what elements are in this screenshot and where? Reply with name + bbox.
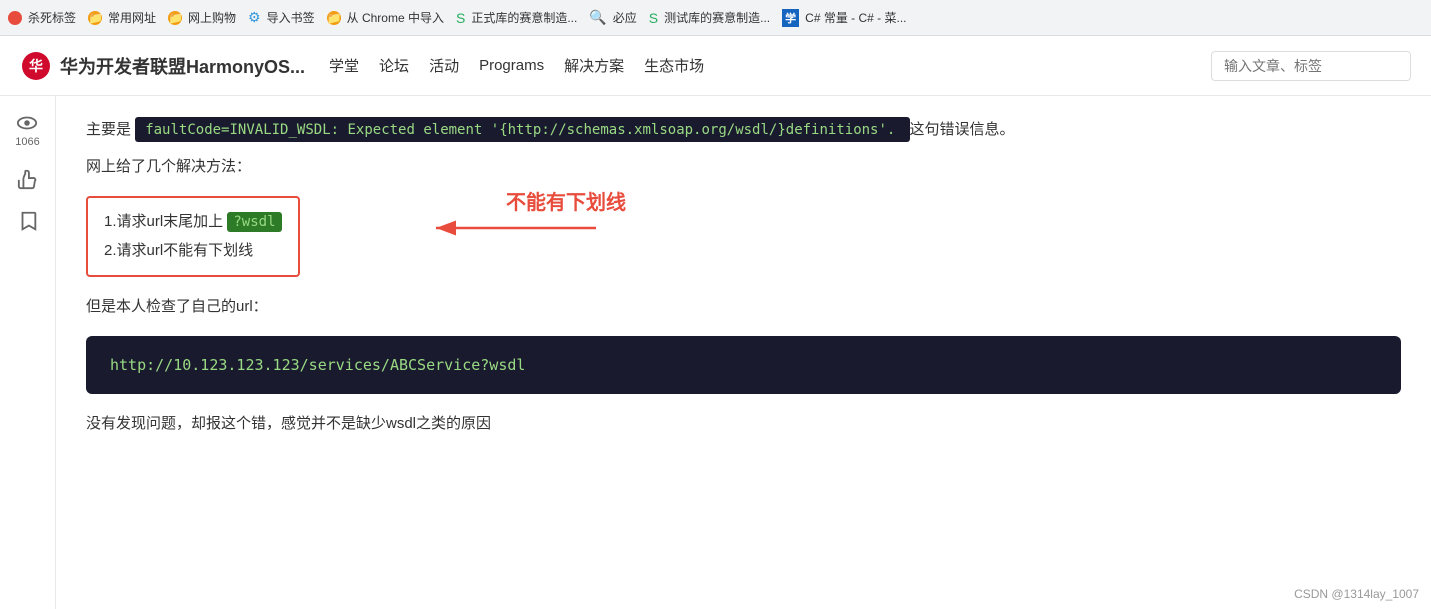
bookmark-label: 网上购物: [188, 9, 236, 26]
bookmark-shopping[interactable]: 📁 网上购物: [168, 9, 236, 26]
error-code-block: faultCode=INVALID_WSDL: Expected element…: [135, 117, 909, 142]
site-header: 华 华为开发者联盟HarmonyOS... 学堂 论坛 活动 Programs …: [0, 36, 1431, 96]
bookmark-common-urls[interactable]: 📁 常用网址: [88, 9, 156, 26]
view-count: 1066: [15, 136, 39, 148]
error-code-text: faultCode=INVALID_WSDL: Expected element…: [145, 122, 895, 138]
bookmark-bing[interactable]: 🔍 必应: [589, 9, 636, 26]
bookmark-label: 正式库的赛意制造...: [471, 9, 577, 26]
common-urls-icon: 📁: [88, 11, 102, 25]
solution1-prefix: 1.请求url末尾加上: [104, 213, 223, 230]
watermark: CSDN @1314lay_1007: [1294, 587, 1419, 601]
wsdl-highlight: ?wsdl: [227, 212, 281, 232]
nav-programs[interactable]: Programs: [479, 57, 544, 74]
nav-huodong[interactable]: 活动: [429, 55, 459, 76]
shopping-icon: 📁: [168, 11, 182, 25]
intro-text: 主要是: [86, 121, 131, 138]
bookmark-label: 杀死标签: [28, 9, 76, 26]
no-issue-text: 没有发现问题，却报这个错，感觉并不是缺少wsdl之类的原因: [86, 410, 1401, 437]
solution-2: 2.请求url不能有下划线: [104, 237, 282, 266]
bookmarks-bar: 杀死标签 📁 常用网址 📁 网上购物 ⚙ 导入书签 📁 从 Chrome 中导入…: [0, 0, 1431, 36]
bookmark-label: 导入书签: [267, 9, 315, 26]
left-sidebar: 1066: [0, 96, 56, 609]
bookmark-import[interactable]: ⚙ 导入书签: [248, 9, 315, 26]
view-count-item: 1066: [15, 112, 39, 148]
like-item[interactable]: [17, 168, 39, 190]
kill-tabs-icon: [8, 11, 22, 25]
bookmark-csharp[interactable]: 学 C# 常量 - C# - 菜...: [782, 9, 906, 27]
solutions-area: 1.请求url末尾加上 ?wsdl 2.请求url不能有下划线 不能有下划线: [86, 196, 1401, 277]
bookmark-label: 测试库的赛意制造...: [664, 9, 770, 26]
main-nav: 学堂 论坛 活动 Programs 解决方案 生态市场: [329, 55, 704, 76]
bookmark-formal-library[interactable]: S 正式库的赛意制造...: [456, 9, 577, 26]
bookmark-label: 必应: [613, 9, 637, 26]
solutions-box: 1.请求url末尾加上 ?wsdl 2.请求url不能有下划线: [86, 196, 300, 277]
code-block: http://10.123.123.123/services/ABCServic…: [86, 336, 1401, 394]
bookmark-item[interactable]: [17, 210, 39, 232]
bookmark-label: 常用网址: [108, 9, 156, 26]
bookmark-label: C# 常量 - C# - 菜...: [805, 9, 906, 26]
logo-area: 华 华为开发者联盟HarmonyOS...: [20, 50, 305, 82]
code-url: http://10.123.123.123/services/ABCServic…: [110, 356, 525, 374]
bookmark-label: 从 Chrome 中导入: [347, 9, 444, 26]
bookmark-kill-tabs[interactable]: 杀死标签: [8, 9, 76, 26]
eye-icon: [16, 112, 38, 134]
nav-jiejuefangan[interactable]: 解决方案: [564, 55, 624, 76]
arrow-icon: [426, 208, 606, 248]
site-title: 华为开发者联盟HarmonyOS...: [60, 53, 305, 79]
bookmark-chrome-import[interactable]: 📁 从 Chrome 中导入: [327, 9, 444, 26]
bookmark-test-library[interactable]: S 测试库的赛意制造...: [649, 9, 770, 26]
nav-luntan[interactable]: 论坛: [379, 55, 409, 76]
content-area: 主要是 faultCode=INVALID_WSDL: Expected ele…: [56, 96, 1431, 609]
main-layout: 1066 主要是 faultCode=INVALID_WSDL: Expecte…: [0, 96, 1431, 609]
bookmark-icon: [17, 210, 39, 232]
search-input[interactable]: [1211, 51, 1411, 81]
svg-text:华: 华: [29, 58, 43, 74]
intro-suffix: 这句错误信息。: [910, 121, 1015, 138]
solution-1: 1.请求url末尾加上 ?wsdl: [104, 208, 282, 237]
url-check-paragraph: 但是本人检查了自己的url：: [86, 293, 1401, 320]
solutions-title: 网上给了几个解决方法：: [86, 153, 1401, 180]
huawei-logo-icon: 华: [20, 50, 52, 82]
chrome-import-icon: 📁: [327, 11, 341, 25]
error-paragraph: 主要是 faultCode=INVALID_WSDL: Expected ele…: [86, 116, 1401, 143]
nav-xuetang[interactable]: 学堂: [329, 55, 359, 76]
thumbup-icon: [17, 168, 39, 190]
nav-shengtaishichang[interactable]: 生态市场: [644, 55, 704, 76]
